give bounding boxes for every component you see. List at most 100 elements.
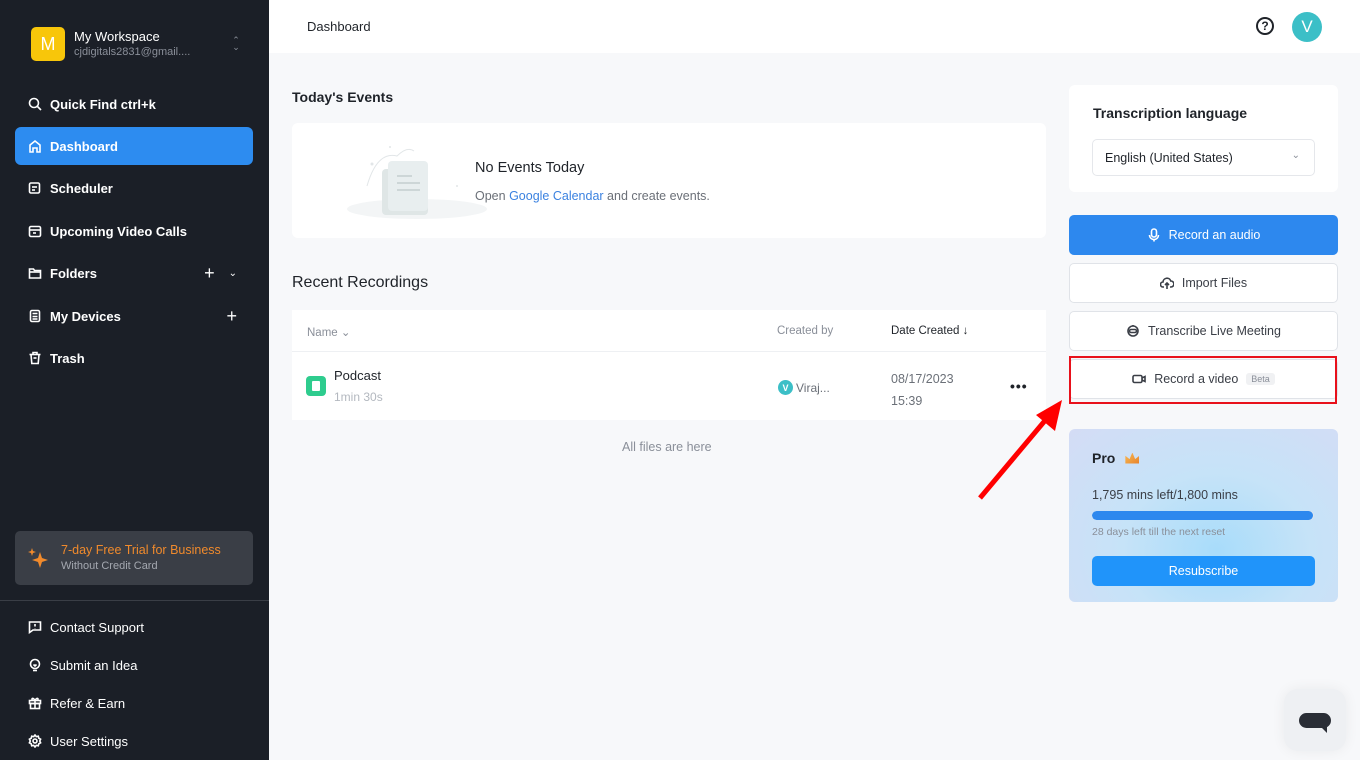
sidebar-item-scheduler[interactable]: Scheduler bbox=[15, 169, 253, 207]
sidebar-item-trash[interactable]: Trash bbox=[15, 339, 253, 377]
submit-idea-label: Submit an Idea bbox=[50, 658, 137, 673]
record-audio-label: Record an audio bbox=[1169, 228, 1261, 242]
cloud-upload-icon bbox=[1160, 276, 1174, 290]
all-files-link[interactable]: All files are here bbox=[622, 440, 712, 454]
trash-icon bbox=[28, 351, 42, 365]
video-camera-icon bbox=[1132, 372, 1146, 386]
sidebar-item-label: Folders bbox=[50, 266, 97, 281]
quick-find[interactable]: Quick Find ctrl+k bbox=[15, 85, 253, 123]
column-created-by-header: Created by bbox=[777, 325, 833, 337]
recording-duration: 1min 30s bbox=[334, 390, 383, 404]
meeting-bot-icon bbox=[1126, 324, 1140, 338]
submit-idea-link[interactable]: Submit an Idea bbox=[15, 650, 253, 680]
column-name-header[interactable]: Name ⌄ bbox=[307, 325, 351, 339]
plan-usage-text: 1,795 mins left/1,800 mins bbox=[1092, 488, 1238, 502]
user-settings-label: User Settings bbox=[50, 734, 128, 749]
table-row[interactable]: Podcast 1min 30s V Viraj... 08/17/2023 1… bbox=[292, 352, 1046, 420]
home-icon bbox=[28, 139, 42, 153]
plan-name: Pro bbox=[1092, 450, 1115, 466]
sidebar-item-label: Trash bbox=[50, 351, 85, 366]
plan-usage-bar-fill bbox=[1092, 511, 1313, 520]
chevron-down-icon[interactable]: ⌄ bbox=[229, 268, 237, 279]
resubscribe-button[interactable]: Resubscribe bbox=[1092, 556, 1315, 586]
events-card: No Events Today Open Google Calendar and… bbox=[292, 123, 1046, 238]
language-select[interactable]: English (United States) ⌄ bbox=[1092, 139, 1315, 176]
trial-subtitle: Without Credit Card bbox=[61, 559, 221, 574]
chat-support-button[interactable] bbox=[1284, 689, 1346, 751]
no-events-title: No Events Today bbox=[475, 160, 584, 176]
recording-name[interactable]: Podcast bbox=[334, 368, 381, 383]
add-folder-button[interactable]: + bbox=[204, 264, 215, 282]
sidebar: M My Workspace cjdigitals2831@gmail.... … bbox=[0, 0, 269, 760]
language-selected-value: English (United States) bbox=[1105, 151, 1233, 165]
sidebar-item-label: Dashboard bbox=[50, 139, 118, 154]
quick-find-label: Quick Find ctrl+k bbox=[50, 97, 156, 112]
recording-date-day: 08/17/2023 bbox=[891, 368, 954, 390]
workspace-avatar: M bbox=[31, 27, 65, 61]
plan-card: Pro 1,795 mins left/1,800 mins 28 days l… bbox=[1069, 429, 1338, 602]
transcribe-live-meeting-button[interactable]: Transcribe Live Meeting bbox=[1069, 311, 1338, 351]
calendar-icon bbox=[28, 224, 42, 238]
help-icon[interactable]: ? bbox=[1256, 17, 1274, 35]
transcription-language-card: Transcription language English (United S… bbox=[1069, 85, 1338, 192]
import-files-button[interactable]: Import Files bbox=[1069, 263, 1338, 303]
creator-avatar: V bbox=[778, 380, 793, 395]
sidebar-divider bbox=[0, 600, 269, 601]
plan-title: Pro bbox=[1092, 450, 1139, 466]
google-calendar-link[interactable]: Google Calendar bbox=[509, 189, 604, 203]
events-description: Open Google Calendar and create events. bbox=[475, 189, 710, 203]
transcription-language-title: Transcription language bbox=[1093, 105, 1247, 121]
beta-badge: Beta bbox=[1246, 373, 1275, 385]
sparkle-icon bbox=[27, 547, 49, 569]
bulb-icon bbox=[28, 658, 42, 672]
record-audio-button[interactable]: Record an audio bbox=[1069, 215, 1338, 255]
empty-events-illustration bbox=[342, 131, 492, 221]
sidebar-item-label: Upcoming Video Calls bbox=[50, 224, 187, 239]
device-icon bbox=[28, 309, 42, 323]
creator-name: Viraj... bbox=[796, 381, 830, 395]
folder-icon bbox=[28, 266, 42, 280]
audio-file-icon bbox=[306, 376, 326, 396]
more-options-icon[interactable]: ••• bbox=[1010, 378, 1028, 394]
record-video-label: Record a video bbox=[1154, 372, 1238, 386]
workspace-name: My Workspace bbox=[74, 29, 231, 45]
refer-earn-label: Refer & Earn bbox=[50, 696, 125, 711]
column-name-label: Name bbox=[307, 327, 338, 339]
settings-icon bbox=[28, 734, 42, 748]
add-device-button[interactable]: + bbox=[226, 307, 237, 325]
user-settings-link[interactable]: User Settings bbox=[15, 726, 253, 756]
plan-usage-bar bbox=[1092, 511, 1314, 520]
sidebar-item-folders[interactable]: Folders + ⌄ bbox=[15, 254, 253, 292]
recordings-table: Name ⌄ Created by Date Created ↓ Podcast… bbox=[292, 310, 1046, 420]
sidebar-item-my-devices[interactable]: My Devices + bbox=[15, 297, 253, 335]
contact-support-link[interactable]: Contact Support bbox=[15, 612, 253, 642]
chevron-down-icon: ⌄ bbox=[1292, 150, 1300, 161]
events-desc-suffix: and create events. bbox=[604, 189, 710, 203]
microphone-icon bbox=[1147, 228, 1161, 242]
refer-earn-link[interactable]: Refer & Earn bbox=[15, 688, 253, 718]
breadcrumb: Dashboard bbox=[307, 19, 371, 34]
sidebar-item-label: My Devices bbox=[50, 309, 121, 324]
record-video-button[interactable]: Record a video Beta bbox=[1069, 359, 1338, 399]
chat-icon bbox=[1299, 713, 1331, 728]
sidebar-item-dashboard[interactable]: Dashboard bbox=[15, 127, 253, 165]
contact-support-label: Contact Support bbox=[50, 620, 144, 635]
support-icon bbox=[28, 620, 42, 634]
todays-events-title: Today's Events bbox=[292, 89, 393, 105]
user-avatar[interactable]: V bbox=[1292, 12, 1322, 42]
plan-reset-text: 28 days left till the next reset bbox=[1092, 526, 1225, 538]
workspace-switcher[interactable]: M My Workspace cjdigitals2831@gmail.... … bbox=[31, 25, 241, 63]
recording-date: 08/17/2023 15:39 bbox=[891, 368, 954, 412]
column-date-created-header[interactable]: Date Created ↓ bbox=[891, 325, 968, 337]
events-desc-prefix: Open bbox=[475, 189, 509, 203]
sort-down-arrow-icon: ↓ bbox=[963, 325, 969, 337]
search-icon bbox=[28, 97, 42, 111]
chevron-down-icon: ⌄ bbox=[341, 327, 351, 339]
free-trial-banner[interactable]: 7-day Free Trial for Business Without Cr… bbox=[15, 531, 253, 585]
recent-recordings-title: Recent Recordings bbox=[292, 274, 428, 292]
sidebar-item-label: Scheduler bbox=[50, 181, 113, 196]
sidebar-item-upcoming-video-calls[interactable]: Upcoming Video Calls bbox=[15, 212, 253, 250]
import-files-label: Import Files bbox=[1182, 276, 1247, 290]
recording-date-time: 15:39 bbox=[891, 390, 954, 412]
transcribe-live-meeting-label: Transcribe Live Meeting bbox=[1148, 324, 1281, 338]
